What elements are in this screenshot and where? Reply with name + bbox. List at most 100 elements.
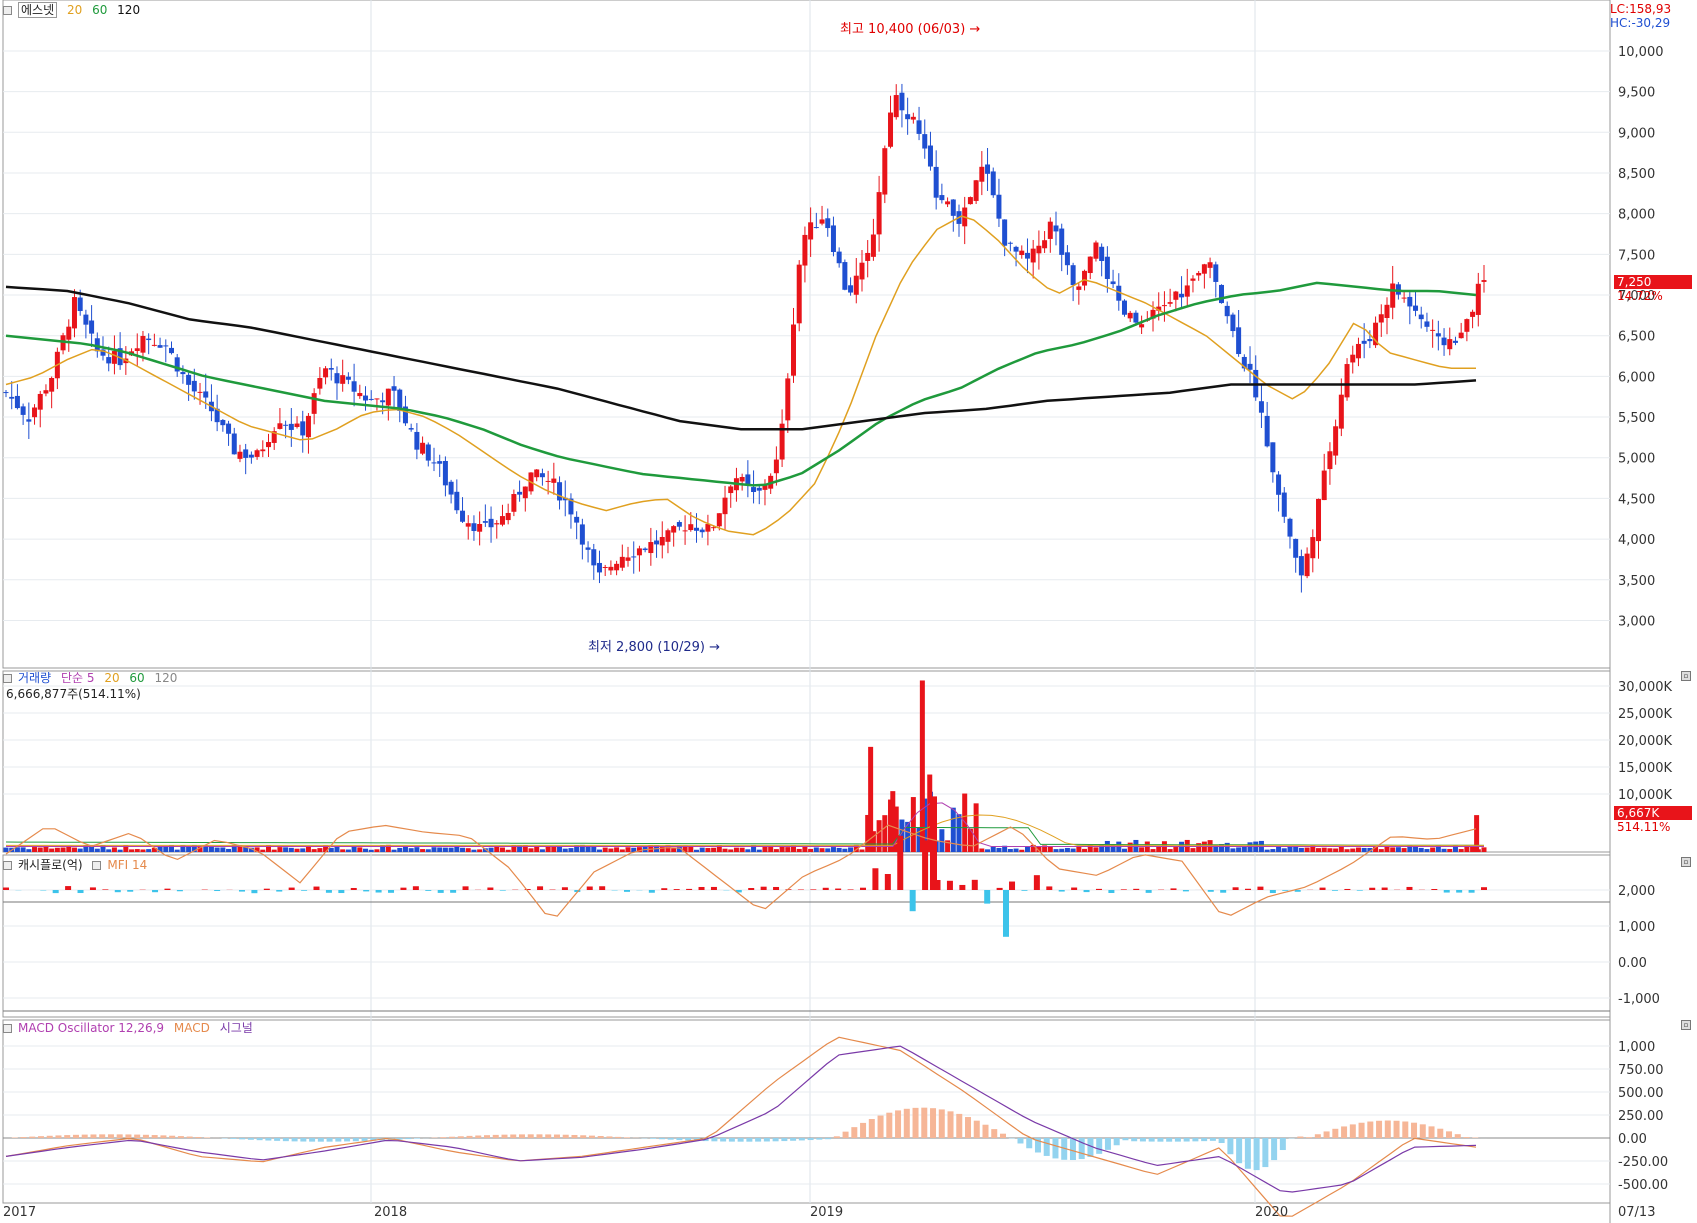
panel-toggle-icon[interactable] — [3, 1024, 12, 1033]
candle-body — [454, 491, 460, 511]
panel-toggle-icon[interactable] — [3, 861, 12, 870]
candle-body — [511, 494, 517, 512]
volume-bar — [1133, 839, 1139, 852]
cashflow-bar — [1344, 888, 1351, 890]
candle-body — [1019, 250, 1025, 256]
mfi-tick-label: 0.00 — [1618, 956, 1647, 971]
volume-bar — [1441, 848, 1447, 852]
candle-body — [1293, 538, 1299, 558]
macd-osc-bar — [177, 1136, 184, 1138]
volume-bar — [859, 849, 865, 852]
volume-bar — [357, 847, 363, 852]
mfi-panel-minimize-icon[interactable]: ▫ — [1681, 857, 1691, 867]
x-label-2020: 2020 — [1255, 1205, 1289, 1220]
volume-bar — [129, 849, 135, 852]
candle-body — [1344, 364, 1350, 398]
volume-bar — [1064, 847, 1070, 852]
panel-toggle-icon[interactable] — [3, 6, 12, 15]
volume-bar — [1156, 846, 1162, 852]
volume-bar — [785, 847, 791, 852]
candle-body — [151, 344, 157, 346]
cashflow-bar — [487, 887, 494, 890]
candle-body — [1059, 228, 1065, 255]
panel-toggle-icon[interactable] — [3, 674, 12, 683]
candle-body — [1053, 225, 1059, 232]
cashflow-bar — [1257, 886, 1264, 890]
volume-bar — [220, 847, 226, 852]
candle-body — [363, 395, 369, 401]
cashflow-bar — [1170, 888, 1177, 890]
cashflow-bar — [152, 890, 159, 893]
cashflow-bar — [288, 887, 295, 890]
volume-bar — [300, 848, 306, 852]
volume-panel-minimize-icon[interactable]: ▫ — [1681, 671, 1691, 681]
mfi-legend: 캐시플로(억) MFI 14 — [3, 858, 153, 872]
volume-bar — [1424, 849, 1430, 852]
macd-osc-bar — [1454, 1134, 1461, 1138]
candle-body — [996, 194, 1002, 219]
volume-bar — [868, 746, 874, 852]
macd-osc-bar — [790, 1138, 797, 1141]
macd-osc-bar — [982, 1124, 989, 1138]
panel-frame — [2, 854, 1611, 1018]
volume-bar — [1076, 846, 1082, 852]
cashflow-bar — [1207, 890, 1214, 892]
volume-bar — [1281, 848, 1287, 852]
volume-bar — [1287, 846, 1293, 852]
volume-bar — [1361, 847, 1367, 852]
volume-bar — [351, 846, 357, 852]
candle-body — [311, 393, 317, 414]
price-tick-label: 6,500 — [1618, 330, 1655, 345]
cashflow-bar — [462, 886, 469, 890]
volume-bar — [1458, 849, 1464, 852]
volume-bar — [659, 846, 665, 852]
price-tick-label: 9,000 — [1618, 126, 1655, 141]
candle-body — [1184, 285, 1190, 297]
macd-osc-bar — [37, 1136, 44, 1138]
volume-bar — [146, 849, 152, 852]
volume-bar — [1236, 847, 1242, 852]
low-annotation-text: 최저 2,800 (10/29) — [588, 640, 706, 655]
panel-toggle-icon[interactable] — [92, 861, 102, 870]
volume-bar — [705, 848, 711, 852]
candle-body — [665, 530, 671, 542]
hc-readout: HC:-30,29 — [1610, 16, 1671, 30]
macd-tick-label: 500.00 — [1618, 1086, 1664, 1101]
volume-bar — [745, 849, 751, 852]
price-tick-label: 6,000 — [1618, 370, 1655, 385]
candle-body — [716, 513, 722, 527]
macd-osc-bar — [1279, 1138, 1286, 1151]
candle-body — [939, 195, 945, 201]
volume-bar — [1401, 848, 1407, 852]
volume-bar — [1338, 846, 1344, 852]
volume-bar — [340, 849, 346, 852]
volume-bar — [1013, 848, 1019, 852]
candle-body — [111, 351, 117, 364]
macd-osc-bar — [947, 1111, 954, 1138]
volume-bar — [77, 848, 83, 852]
candle-body — [1367, 339, 1373, 342]
macd-osc-bar — [816, 1138, 823, 1140]
candle-body — [83, 314, 89, 325]
cashflow-bar — [884, 874, 891, 890]
macd-osc-bar — [116, 1134, 123, 1138]
volume-tick-label: 15,000K — [1618, 761, 1672, 776]
candle-body — [1099, 246, 1105, 261]
candle-body — [636, 548, 642, 556]
candle-body — [676, 522, 682, 527]
macd-osc-bar — [72, 1134, 79, 1138]
candle-body — [1470, 311, 1476, 317]
candle-body — [134, 348, 140, 351]
volume-bar — [910, 797, 916, 852]
candle-body — [745, 474, 751, 485]
macd-panel-minimize-icon[interactable]: ▫ — [1681, 1020, 1691, 1030]
volume-bar — [465, 848, 471, 852]
macd-osc-bar — [134, 1134, 141, 1138]
cashflow-bar — [810, 889, 817, 890]
volume-tick-label: 20,000K — [1618, 734, 1672, 749]
candle-body — [756, 487, 762, 491]
cashflow-bar — [425, 890, 432, 891]
volume-bar — [1184, 839, 1190, 852]
macd-osc-bar — [807, 1138, 814, 1141]
candle-body — [294, 423, 300, 427]
